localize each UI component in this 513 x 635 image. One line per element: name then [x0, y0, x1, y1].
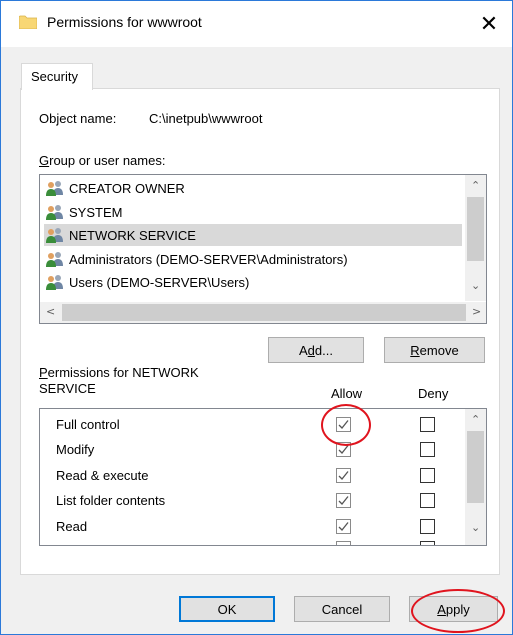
tab-label: Security: [31, 69, 78, 84]
list-item-label: Users (DEMO-SERVER\Users): [69, 274, 250, 290]
list-item-label: NETWORK SERVICE: [69, 227, 196, 243]
deny-modify-checkbox[interactable]: [420, 442, 435, 457]
group-user-listbox[interactable]: CREATOR OWNER SYSTEM NETWORK SERVICE Adm…: [39, 174, 487, 324]
list-item-label: CREATOR OWNER: [69, 180, 185, 196]
window-title: Permissions for wwwroot: [47, 14, 202, 30]
permission-row-list-folder: List folder contents: [40, 489, 460, 514]
list-item-administrators[interactable]: Administrators (DEMO-SERVER\Administrato…: [44, 248, 462, 270]
deny-read-checkbox[interactable]: [420, 519, 435, 534]
deny-next-checkbox[interactable]: [420, 541, 435, 545]
permission-row-modify: Modify: [40, 438, 460, 463]
group-list-horizontal-scrollbar[interactable]: < >: [40, 302, 486, 323]
group-list-vertical-scrollbar[interactable]: ⌃ ⌄: [465, 175, 486, 301]
deny-full-control-checkbox[interactable]: [420, 417, 435, 432]
scroll-right-arrow-icon[interactable]: >: [472, 305, 481, 318]
allow-column-header: Allow: [331, 386, 363, 401]
scroll-down-arrow-icon[interactable]: ⌄: [471, 279, 480, 292]
permissions-list[interactable]: Full control Modify Read & execute List …: [39, 408, 487, 546]
users-icon: [46, 228, 63, 243]
users-icon: [46, 205, 63, 220]
deny-read-execute-checkbox[interactable]: [420, 468, 435, 483]
scroll-thumb[interactable]: [467, 197, 484, 261]
scroll-up-arrow-icon[interactable]: ⌃: [471, 179, 480, 192]
scroll-up-arrow-icon[interactable]: ⌃: [471, 413, 480, 426]
apply-button-label: Apply: [437, 601, 470, 617]
permission-row-full-control: Full control: [40, 413, 460, 438]
remove-button-label: Remove: [410, 342, 459, 358]
cancel-button[interactable]: Cancel: [294, 596, 390, 622]
scroll-down-arrow-icon[interactable]: ⌄: [471, 521, 480, 534]
add-button[interactable]: Add...: [268, 337, 364, 363]
ok-button-label: OK: [217, 601, 237, 617]
scroll-thumb[interactable]: [62, 304, 466, 321]
checkmark-icon: [338, 471, 349, 480]
list-item-creator-owner[interactable]: CREATOR OWNER: [44, 177, 462, 199]
permission-label: Full control: [56, 417, 120, 432]
deny-column-header: Deny: [418, 386, 449, 401]
list-item-users[interactable]: Users (DEMO-SERVER\Users): [44, 271, 462, 293]
permission-row-partial: [40, 539, 460, 545]
add-button-label: Add...: [299, 342, 333, 358]
folder-icon: [19, 15, 37, 29]
checkmark-icon: [338, 522, 349, 531]
allow-modify-checkbox[interactable]: [336, 442, 351, 457]
permission-label: Modify: [56, 442, 95, 457]
permissions-header-line2: SERVICE: [39, 381, 96, 396]
permission-label: Read & execute: [56, 468, 149, 483]
allow-next-checkbox[interactable]: [336, 541, 351, 545]
scroll-left-arrow-icon[interactable]: <: [46, 305, 55, 318]
cancel-button-label: Cancel: [321, 601, 363, 617]
checkmark-icon: [338, 496, 349, 505]
permission-row-read-execute: Read & execute: [40, 464, 460, 489]
users-icon: [46, 181, 63, 196]
checkmark-icon: [338, 445, 349, 454]
permissions-header: Permissions for NETWORK: [39, 365, 199, 380]
tab-security[interactable]: Security: [21, 63, 93, 90]
users-icon: [46, 252, 63, 267]
apply-button[interactable]: Apply: [409, 596, 498, 622]
allow-read-execute-checkbox[interactable]: [336, 468, 351, 483]
permission-label: List folder contents: [56, 493, 166, 508]
list-item-system[interactable]: SYSTEM: [44, 201, 462, 223]
allow-list-folder-checkbox[interactable]: [336, 493, 351, 508]
title-bar: Permissions for wwwroot ✕: [1, 1, 512, 47]
list-item-label: Administrators (DEMO-SERVER\Administrato…: [69, 251, 348, 267]
ok-button[interactable]: OK: [179, 596, 275, 622]
list-item-network-service[interactable]: NETWORK SERVICE: [44, 224, 462, 246]
users-icon: [46, 275, 63, 290]
object-name-label: Object name:: [39, 111, 117, 126]
scroll-thumb[interactable]: [467, 431, 484, 503]
group-list-label: Group or user names:: [39, 153, 166, 168]
deny-list-folder-checkbox[interactable]: [420, 493, 435, 508]
list-item-label: SYSTEM: [69, 204, 123, 220]
permission-label: Read: [56, 519, 88, 534]
close-icon: ✕: [479, 11, 499, 37]
allow-full-control-checkbox[interactable]: [336, 417, 351, 432]
permission-row-read: Read: [40, 515, 460, 540]
permissions-dialog: Permissions for wwwroot ✕ Security Objec…: [0, 0, 513, 635]
close-button[interactable]: ✕: [466, 1, 512, 47]
permissions-vertical-scrollbar[interactable]: ⌃ ⌄: [465, 409, 486, 545]
checkmark-icon: [338, 420, 349, 429]
remove-button[interactable]: Remove: [384, 337, 485, 363]
object-name-value: C:\inetpub\wwwroot: [149, 111, 263, 126]
allow-read-checkbox[interactable]: [336, 519, 351, 534]
